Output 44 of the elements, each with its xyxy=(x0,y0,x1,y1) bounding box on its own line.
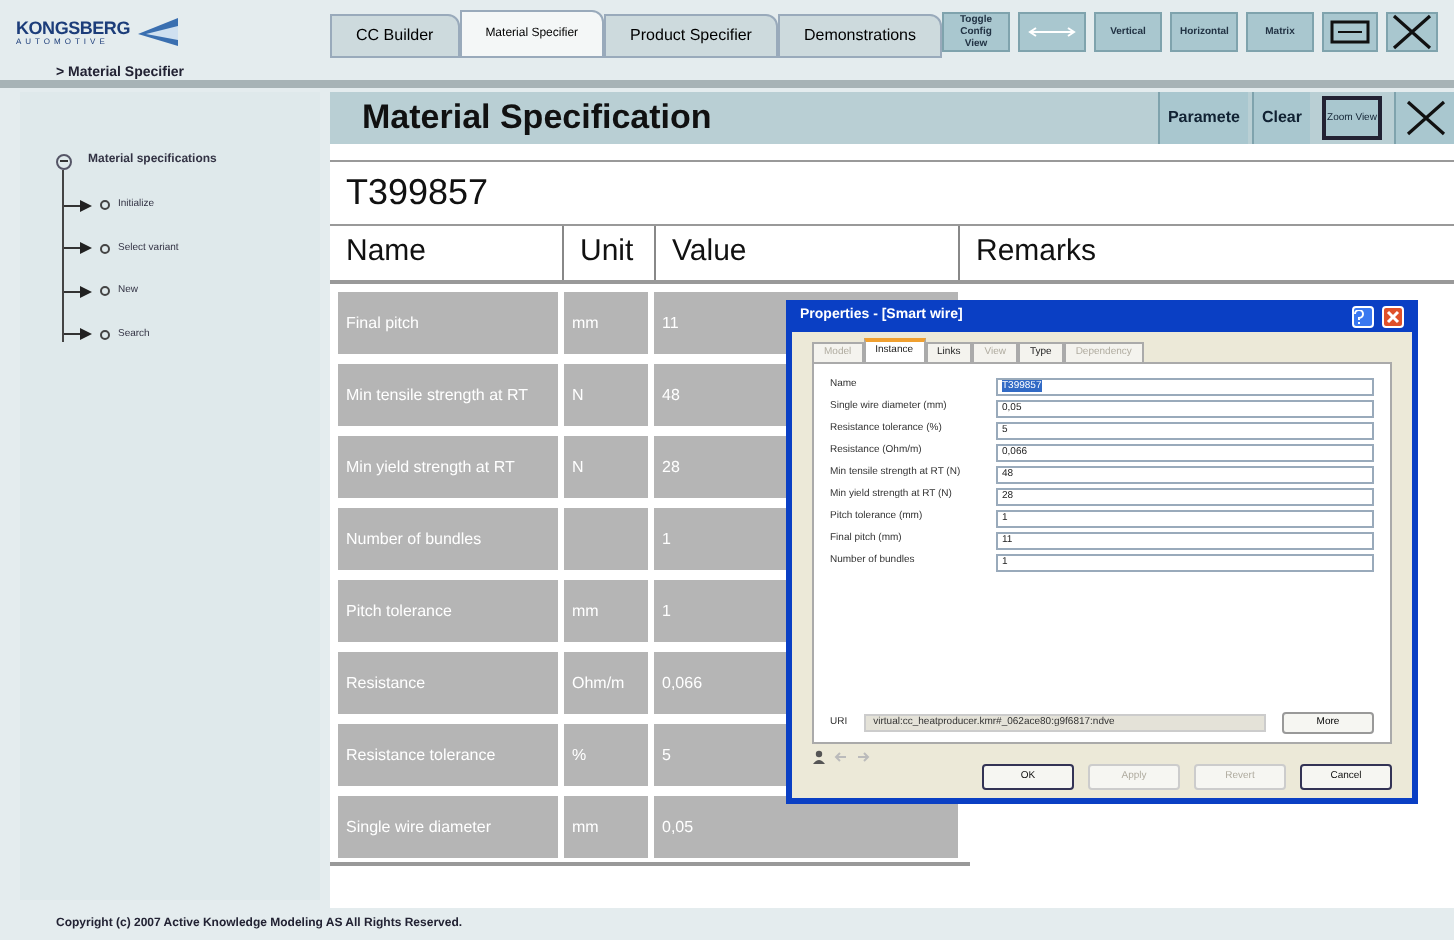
help-button[interactable] xyxy=(1352,305,1374,327)
person-icon xyxy=(812,750,826,764)
collapse-icon[interactable] xyxy=(56,153,72,169)
table-cell: Resistance xyxy=(338,652,558,714)
close-icon xyxy=(1403,98,1447,138)
arrow-icon xyxy=(64,242,92,255)
table-cell: mm xyxy=(564,796,648,858)
table-cell: mm xyxy=(564,580,648,642)
arrow-icon xyxy=(64,328,92,341)
table-cell: Single wire diameter xyxy=(338,796,558,858)
table-cell: 0,05 xyxy=(654,796,958,858)
close-button[interactable] xyxy=(1386,12,1438,52)
close-icon xyxy=(1386,309,1400,323)
close-button[interactable] xyxy=(1394,92,1454,144)
tab[interactable]: Product Specifier xyxy=(604,14,778,58)
arrow-icon xyxy=(64,199,92,212)
table-cell: mm xyxy=(564,292,648,354)
item-id: T399857 xyxy=(346,170,489,216)
column-header: Unit xyxy=(580,232,634,273)
table-cell: N xyxy=(564,436,648,498)
arrow-icon xyxy=(64,285,92,298)
tab[interactable]: Demonstrations xyxy=(777,14,942,58)
close-icon xyxy=(1390,12,1434,52)
table-cell: Number of bundles xyxy=(338,508,558,570)
table-cell: Ohm/m xyxy=(564,652,648,714)
column-header: Value xyxy=(672,232,747,273)
panel-button[interactable]: Paramete xyxy=(1157,92,1248,144)
column-header: Name xyxy=(346,232,427,273)
table-cell: Min tensile strength at RT xyxy=(338,364,558,426)
table-cell: N xyxy=(564,364,648,426)
toolbar-button[interactable] xyxy=(1322,12,1378,52)
table-cell: % xyxy=(564,724,648,786)
table-cell: Pitch tolerance xyxy=(338,580,558,642)
panel-button[interactable]: Clear xyxy=(1251,92,1310,144)
tab[interactable]: CC Builder xyxy=(330,14,460,58)
column-header: Remarks xyxy=(976,232,1097,273)
panel-title: Material Specification xyxy=(362,96,712,141)
help-icon xyxy=(1354,309,1364,323)
table-cell: Resistance tolerance xyxy=(338,724,558,786)
window-icon xyxy=(1330,20,1370,44)
table-cell: Min yield strength at RT xyxy=(338,436,558,498)
table-cell: Final pitch xyxy=(338,292,558,354)
arrow-icon xyxy=(1028,26,1076,38)
table-cell xyxy=(564,508,648,570)
